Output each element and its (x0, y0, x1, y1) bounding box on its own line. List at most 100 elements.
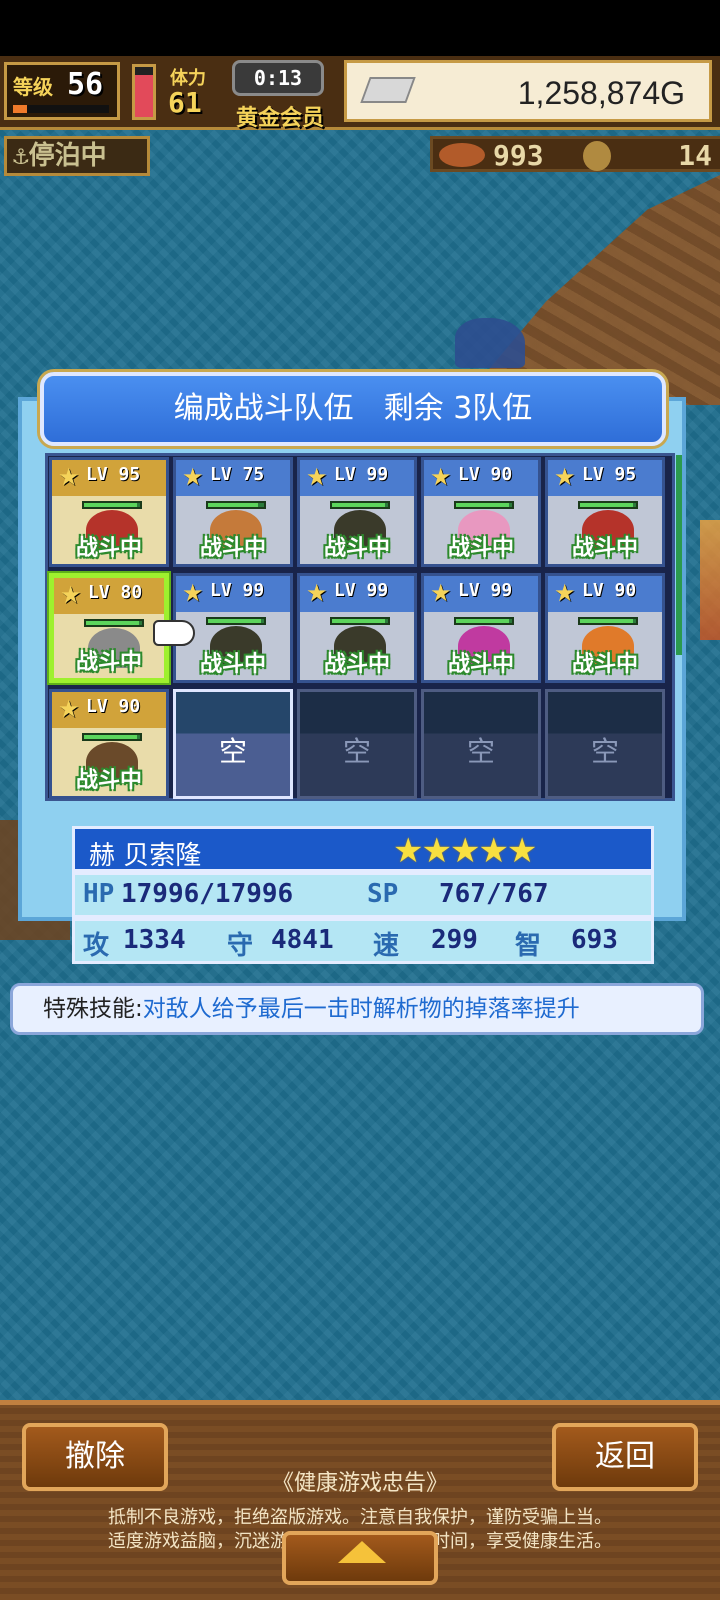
star-icon: ★ (306, 463, 328, 491)
silver-bar-icon (360, 77, 416, 103)
empty-team-slot[interactable]: 空 (173, 689, 293, 799)
empty-team-slot[interactable]: 空 (545, 689, 665, 799)
panel-title: 编成战斗队伍 剩余 3队伍 (173, 391, 533, 426)
hp-sp-row: HP 17996/17996 SP 767/767 (72, 872, 654, 918)
slot-header: ★ LV 75 (176, 460, 290, 496)
star-icon: ★ (306, 579, 328, 607)
spd-label: 速 (373, 931, 400, 961)
slot-hp-bar (578, 501, 638, 509)
skill-label: 特殊技能: (43, 996, 143, 1022)
slot-level: LV 95 (582, 464, 637, 485)
stats-row: 攻 1334 守 4841 速 299 智 693 (72, 918, 654, 964)
int-label: 智 (515, 931, 542, 961)
team-slot[interactable]: ★ LV 80 战斗中 (49, 573, 169, 683)
slot-status: 战斗中 (447, 536, 514, 561)
slot-level: LV 90 (582, 580, 637, 601)
team-slot[interactable]: ★ LV 90 战斗中 (545, 573, 665, 683)
hp-value: 17996/17996 (121, 879, 294, 909)
team-slot[interactable]: ★ LV 95 战斗中 (49, 457, 169, 567)
slot-hp-bar (82, 733, 142, 741)
slot-hp-fill (208, 619, 262, 623)
panel-header: 编成战斗队伍 剩余 3队伍 (40, 372, 666, 446)
team-slot[interactable]: ★ LV 99 战斗中 (297, 573, 417, 683)
def-label: 守 (227, 931, 254, 961)
team-slot[interactable]: ★ LV 99 战斗中 (297, 457, 417, 567)
slot-hp-fill (580, 503, 634, 507)
up-arrow-icon (338, 1541, 386, 1563)
expand-menu-button[interactable] (282, 1531, 438, 1585)
star-icon: ★ (430, 579, 452, 607)
character-info: 赫 贝索隆 ★★★★★ HP 17996/17996 SP 767/767 攻 … (72, 826, 654, 970)
slot-status: 战斗中 (571, 536, 638, 561)
slot-level: LV 75 (210, 464, 265, 485)
resource-bar: 993 14 (430, 136, 720, 172)
slot-hp-fill (332, 503, 386, 507)
slot-level: LV 80 (88, 582, 143, 603)
empty-slot-label: 空 (590, 735, 619, 768)
team-slot[interactable]: ★ LV 90 战斗中 (49, 689, 169, 799)
special-skill-bar: 特殊技能:对敌人给予最后一击时解析物的掉落率提升 (10, 983, 704, 1035)
star-icon: ★ (182, 579, 204, 607)
star-icon: ★ (58, 695, 80, 723)
star-icon: ★ (430, 463, 452, 491)
top-status-bar: 等级 56 体力 61 0:13 黄金会员 1,258,874G (0, 56, 720, 132)
empty-slot-label: 空 (342, 735, 371, 768)
stamina-gauge-fill (135, 74, 153, 117)
empty-team-slot[interactable]: 空 (421, 689, 541, 799)
slot-header: ★ LV 99 (424, 576, 538, 612)
slot-hp-fill (208, 503, 259, 507)
grid-scrollbar[interactable] (676, 455, 682, 655)
slot-hp-bar (330, 501, 390, 509)
slot-status: 战斗中 (199, 652, 266, 677)
food-value: 993 (493, 139, 544, 172)
slot-header: ★ LV 80 (54, 578, 164, 614)
level-value: 56 (67, 67, 104, 102)
member-status[interactable]: 黄金会员 (236, 100, 324, 132)
slot-status: 战斗中 (571, 652, 638, 677)
slot-hp-fill (580, 619, 634, 623)
star-icon: ★ (182, 463, 204, 491)
star-icon: ★ (60, 581, 82, 609)
slot-status: 战斗中 (323, 536, 390, 561)
health-advisory-title: 《健康游戏忠告》 (271, 1471, 448, 1496)
empty-team-slot[interactable]: 空 (297, 689, 417, 799)
slot-header: ★ LV 99 (176, 576, 290, 612)
health-advisory-line-1: 抵制不良游戏，拒绝盗版游戏。注意自我保护，谨防受骗上当。 (108, 1507, 612, 1528)
slot-level: LV 95 (86, 464, 141, 485)
slot-header: ★ LV 90 (548, 576, 662, 612)
empty-slot-label: 空 (466, 735, 495, 768)
slot-header: ★ LV 95 (548, 460, 662, 496)
fire-effect (700, 520, 720, 640)
slot-header: ★ LV 95 (52, 460, 166, 496)
character-name: 赫 贝索隆 (89, 841, 202, 871)
team-slot[interactable]: ★ LV 95 战斗中 (545, 457, 665, 567)
medal-value: 14 (678, 139, 712, 172)
atk-value: 1334 (123, 925, 186, 955)
slot-hp-bar (206, 501, 266, 509)
slot-hp-bar (454, 501, 514, 509)
coin-icon (583, 141, 611, 171)
spd-value: 299 (431, 925, 478, 955)
skill-description: 对敌人给予最后一击时解析物的掉落率提升 (142, 996, 580, 1022)
team-slot[interactable]: ★ LV 75 战斗中 (173, 457, 293, 567)
docked-status[interactable]: ⚓停泊中 (4, 136, 150, 176)
slot-hp-fill (456, 503, 510, 507)
slot-hp-fill (332, 619, 386, 623)
slot-level: LV 99 (334, 580, 389, 601)
hp-label: HP (83, 879, 115, 909)
slot-level: LV 99 (458, 580, 513, 601)
star-icon: ★ (58, 463, 80, 491)
star-icon: ★ (554, 579, 576, 607)
team-slot[interactable]: ★ LV 90 战斗中 (421, 457, 541, 567)
stamina-value: 61 (168, 86, 202, 119)
bottom-panel: 撤除 返回 《健康游戏忠告》 抵制不良游戏，拒绝盗版游戏。注意自我保护，谨防受骗… (0, 1400, 720, 1600)
slot-header: ★ LV 99 (300, 576, 414, 612)
gold-display[interactable]: 1,258,874G (344, 60, 712, 122)
level-progress-fill (13, 105, 28, 113)
slot-hp-fill (84, 735, 138, 739)
slot-hp-bar (330, 617, 390, 625)
slot-level: LV 99 (210, 580, 265, 601)
team-slot[interactable]: ★ LV 99 战斗中 (421, 573, 541, 683)
level-box: 等级 56 (4, 62, 120, 120)
level-progress-bar (13, 105, 109, 113)
